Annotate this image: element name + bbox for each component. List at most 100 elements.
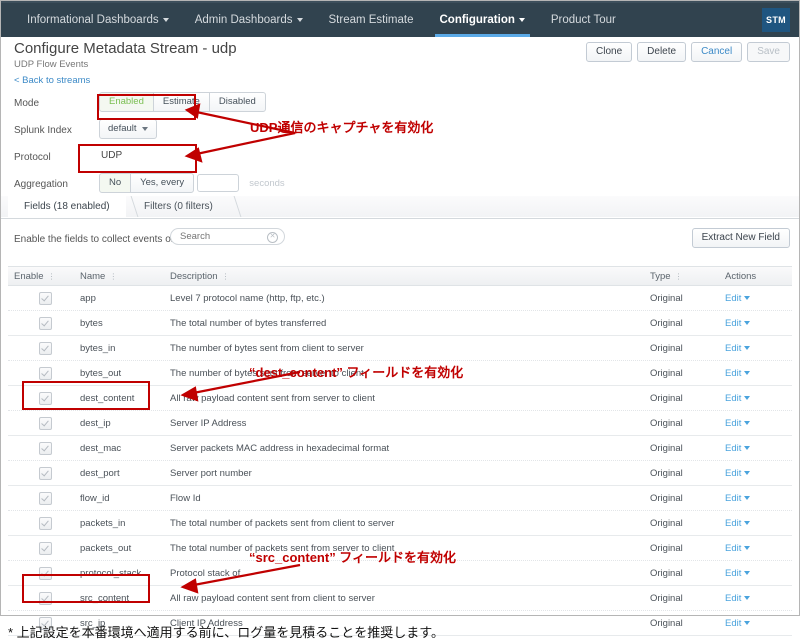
enable-checkbox[interactable]	[39, 541, 52, 555]
edit-action-button[interactable]: Edit	[725, 318, 751, 329]
edit-action-button[interactable]: Edit	[725, 568, 751, 579]
sort-icon: ⋮	[674, 271, 683, 281]
aggregation-label: Aggregation	[14, 179, 68, 190]
stm-logo: STM	[762, 8, 790, 32]
row-type-cell: Original	[650, 542, 683, 554]
tab-fields[interactable]: Fields (18 enabled)	[8, 196, 139, 218]
edit-action-button[interactable]: Edit	[725, 292, 751, 304]
edit-action-button[interactable]: Edit	[725, 617, 751, 629]
edit-action-label: Edit	[725, 517, 742, 529]
row-actions-cell: Edit	[725, 568, 785, 579]
enable-checkbox[interactable]	[39, 566, 52, 580]
row-description-cell: Flow Id	[170, 492, 201, 504]
row-enable-cell	[8, 341, 80, 355]
clear-search-icon[interactable]: ✕	[267, 232, 278, 243]
aggregation-segmented-control: No Yes, every	[99, 173, 195, 193]
page-subtitle: UDP Flow Events	[14, 59, 89, 70]
extract-new-field-button[interactable]: Extract New Field	[691, 228, 790, 248]
protocol-control: UDP	[99, 146, 124, 165]
edit-action-button[interactable]: Edit	[725, 543, 751, 554]
aggregation-option-yes-every[interactable]: Yes, every	[130, 173, 195, 193]
edit-action-label: Edit	[725, 292, 742, 304]
cancel-button[interactable]: Cancel	[691, 42, 743, 62]
chevron-down-icon	[744, 345, 751, 350]
table-row: flow_id Flow Id Original Edit	[8, 486, 792, 511]
nav-item-configuration[interactable]: Configuration	[427, 3, 538, 37]
column-header-type[interactable]: Type ⋮	[650, 271, 725, 282]
edit-action-button[interactable]: Edit	[725, 442, 751, 454]
enable-checkbox[interactable]	[39, 391, 52, 405]
mode-option-estimate[interactable]: Estimate	[152, 92, 210, 112]
row-enable-cell	[8, 316, 80, 330]
form-row-mode: Mode Enabled Estimate Disabled	[0, 92, 800, 119]
row-enable-cell	[8, 366, 80, 380]
row-description-cell: All raw payload content sent from client…	[170, 592, 375, 604]
tab-label: Fields (18 enabled)	[24, 201, 110, 212]
mode-option-enabled[interactable]: Enabled	[99, 92, 154, 112]
edit-action-button[interactable]: Edit	[725, 468, 751, 479]
nav-item-informational-dashboards[interactable]: Informational Dashboards	[14, 3, 182, 37]
row-type-cell: Original	[650, 517, 683, 529]
aggregation-option-no[interactable]: No	[99, 173, 132, 193]
enable-checkbox[interactable]	[39, 591, 52, 605]
column-header-description[interactable]: Description ⋮	[170, 271, 650, 282]
clone-button[interactable]: Clone	[586, 42, 633, 62]
row-name-cell: dest_ip	[80, 417, 111, 429]
delete-button[interactable]: Delete	[637, 42, 687, 62]
chevron-down-icon	[744, 420, 751, 425]
chevron-down-icon	[744, 370, 751, 375]
nav-item-admin-dashboards[interactable]: Admin Dashboards	[182, 3, 316, 37]
edit-action-button[interactable]: Edit	[725, 418, 751, 429]
edit-action-button[interactable]: Edit	[725, 343, 751, 354]
nav-item-product-tour[interactable]: Product Tour	[538, 3, 629, 37]
row-type-cell: Original	[650, 342, 683, 354]
search-box[interactable]: ✕	[170, 228, 285, 245]
edit-action-label: Edit	[725, 442, 742, 454]
protocol-label: Protocol	[14, 152, 51, 163]
chevron-down-icon	[296, 17, 303, 22]
back-to-streams-link[interactable]: < Back to streams	[14, 75, 90, 86]
row-actions-cell: Edit	[725, 618, 785, 629]
row-name-cell: flow_id	[80, 492, 110, 504]
row-actions-cell: Edit	[725, 443, 785, 454]
aggregation-interval-input[interactable]	[197, 174, 240, 192]
row-enable-cell	[8, 441, 80, 455]
enable-checkbox[interactable]	[39, 291, 52, 305]
row-enable-cell	[8, 566, 80, 580]
nav-item-label: Admin Dashboards	[194, 14, 293, 26]
row-actions-cell: Edit	[725, 418, 785, 429]
mode-option-disabled[interactable]: Disabled	[208, 92, 266, 112]
edit-action-button[interactable]: Edit	[725, 517, 751, 529]
tab-filters[interactable]: Filters (0 filters)	[128, 196, 242, 217]
enable-checkbox[interactable]	[39, 416, 52, 430]
enable-checkbox[interactable]	[39, 341, 52, 355]
enable-checkbox[interactable]	[39, 516, 52, 530]
edit-action-button[interactable]: Edit	[725, 593, 751, 604]
nav-item-label: Configuration	[439, 14, 515, 26]
nav-item-stream-estimate[interactable]: Stream Estimate	[316, 3, 427, 37]
save-button[interactable]: Save	[747, 42, 790, 62]
row-name-cell: app	[80, 292, 96, 304]
chevron-down-icon	[518, 17, 525, 22]
edit-action-label: Edit	[725, 617, 742, 629]
enable-checkbox[interactable]	[39, 466, 52, 480]
edit-action-button[interactable]: Edit	[725, 368, 751, 379]
enable-checkbox[interactable]	[39, 441, 52, 455]
column-header-enable[interactable]: Enable ⋮	[8, 271, 80, 282]
row-actions-cell: Edit	[725, 493, 785, 504]
splunk-index-dropdown[interactable]: default	[99, 119, 157, 139]
search-input[interactable]	[171, 229, 268, 244]
chevron-down-icon	[744, 545, 751, 550]
protocol-value: UDP	[101, 150, 123, 161]
edit-action-button[interactable]: Edit	[725, 493, 751, 504]
column-header-name[interactable]: Name ⋮	[80, 271, 170, 282]
enable-checkbox[interactable]	[39, 491, 52, 505]
table-row: dest_mac Server packets MAC address in he…	[8, 436, 792, 461]
edit-action-button[interactable]: Edit	[725, 393, 751, 404]
enable-checkbox[interactable]	[39, 366, 52, 380]
table-row: app Level 7 protocol name (http, ftp, etc…	[8, 286, 792, 311]
enable-checkbox[interactable]	[39, 316, 52, 330]
aggregation-control: No Yes, every seconds	[99, 173, 285, 193]
row-actions-cell: Edit	[725, 393, 785, 404]
chevron-down-icon	[744, 470, 751, 475]
